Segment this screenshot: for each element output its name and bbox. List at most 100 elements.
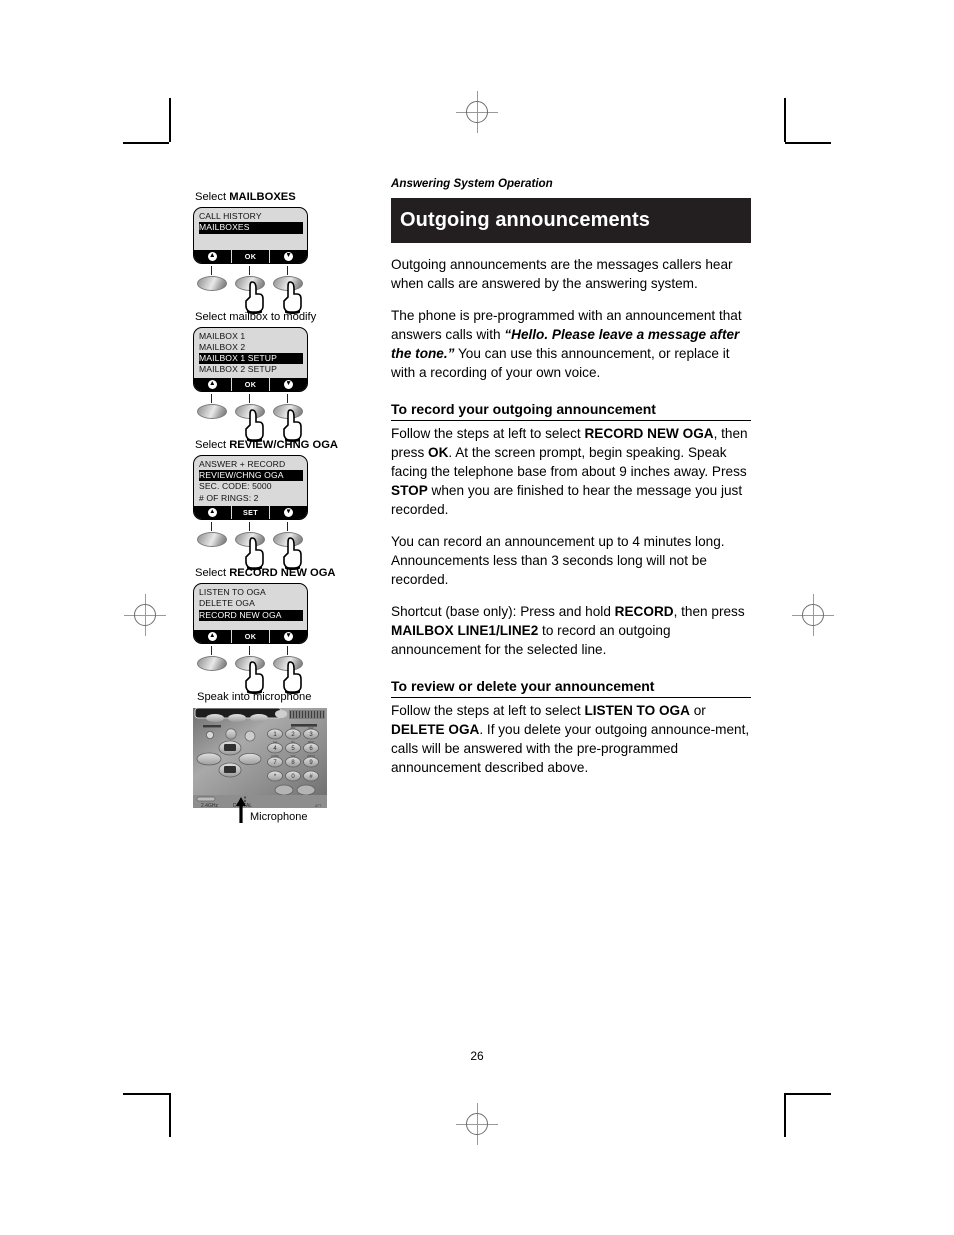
crop-mark-top-right-h: [785, 142, 831, 144]
softkey-set[interactable]: SET: [232, 508, 269, 517]
page-number: 26: [470, 1049, 484, 1063]
sc-b1: RECORD: [614, 603, 674, 619]
sc-t2: , then press: [673, 603, 745, 619]
button-row-4: [193, 644, 308, 694]
rec-b1: RECORD NEW OGA: [584, 426, 714, 442]
sc-b2: MAILBOX LINE1/LINE2: [391, 622, 539, 638]
left-softkey-button[interactable]: [197, 531, 227, 547]
lcd-softkey-bar-4: OK: [194, 629, 307, 643]
heading-record-announcement: To record your outgoing announcement: [391, 401, 751, 422]
svg-text:GHI: GHI: [273, 740, 278, 744]
section-banner: Outgoing announcements: [391, 198, 751, 243]
softkey-up-icon[interactable]: [194, 379, 231, 389]
lcd-row: MAILBOX 1: [199, 330, 246, 341]
pointing-hand-icon: [283, 661, 302, 694]
left-softkey-button[interactable]: [197, 275, 227, 291]
softkey-up-icon[interactable]: [194, 507, 231, 517]
crop-mark-top-right-v: [784, 98, 786, 142]
svg-text:PQRS: PQRS: [271, 754, 279, 758]
heading-review-announcement: To review or delete your announcement: [391, 678, 751, 699]
softkey-ok[interactable]: OK: [232, 380, 269, 389]
svg-text:MNO: MNO: [308, 740, 314, 744]
lcd-row: MAILBOX 2 SETUP: [199, 364, 277, 375]
lcd-screen-2: MAILBOX 1 MAILBOX 2 MAILBOX 1 SETUP MAIL…: [193, 326, 308, 392]
page-title: Outgoing announcements: [400, 209, 650, 231]
softkey-down-icon[interactable]: [270, 379, 307, 389]
intro-paragraph: Outgoing announcements are the messages …: [391, 257, 733, 291]
registration-mark-right: [792, 594, 834, 636]
lcd-row: MAILBOX 2: [199, 341, 246, 352]
telephone-base-illustration: 123 456 789 * 0 # ABC DEF GHI JKL MNO PQRS TUV…: [193, 707, 327, 823]
softkey-ok[interactable]: OK: [232, 252, 269, 261]
rev-t2: or: [689, 703, 706, 719]
left-softkey-button[interactable]: [197, 403, 227, 419]
pointing-hand-icon: [245, 537, 264, 570]
button-row-2: [193, 392, 308, 442]
svg-text:TUV: TUV: [290, 754, 295, 758]
crop-mark-bottom-left-v: [169, 1093, 171, 1137]
step-caption-1-text: Select: [195, 191, 230, 203]
svg-text:WXYZ: WXYZ: [307, 754, 315, 758]
pointing-hand-icon: [283, 280, 302, 314]
step-caption-3-text: Select: [195, 438, 230, 451]
svg-text:ATT: ATT: [315, 804, 321, 808]
lcd-screen-4: LISTEN TO OGA DELETE OGA RECORD NEW OGA …: [193, 582, 308, 644]
sc-t1: Shortcut (base only): Press and hold: [391, 603, 615, 619]
rev-b2: DELETE OGA: [391, 722, 480, 738]
softkey-up-icon[interactable]: [194, 631, 231, 641]
lcd-softkey-bar-3: SET: [194, 505, 307, 519]
preprogrammed-paragraph: The phone is pre-programmed with an anno…: [391, 307, 751, 383]
pointing-hand-icon: [245, 408, 264, 442]
left-softkey-button[interactable]: [197, 655, 227, 671]
step-caption-1: Select MAILBOXES: [195, 190, 373, 204]
rev-t1: Follow the steps at left to select: [391, 703, 585, 719]
lcd-row-selected: REVIEW/CHNG OGA: [199, 470, 303, 482]
review-steps-paragraph: Follow the steps at left to select LISTE…: [391, 702, 751, 778]
lcd-row: SEC. CODE: 5000: [199, 481, 272, 492]
step-illustration-column: Select MAILBOXES CALL HISTORY MAILBOXES …: [193, 190, 373, 823]
crop-mark-top-left-v: [169, 98, 171, 142]
svg-text:DEF: DEF: [308, 726, 314, 730]
step-caption-4-text: Select: [195, 566, 230, 579]
svg-text:JKL: JKL: [291, 740, 296, 744]
registration-mark-top: [456, 91, 498, 133]
softkey-down-icon[interactable]: [270, 631, 307, 641]
lcd-row: CALL HISTORY: [199, 211, 262, 221]
softkey-down-icon[interactable]: [270, 251, 307, 261]
registration-mark-bottom: [456, 1103, 498, 1145]
crop-mark-bottom-right-v: [784, 1093, 786, 1137]
registration-mark-left: [124, 594, 166, 636]
lcd-row: LISTEN TO OGA: [199, 586, 266, 597]
record-shortcut-paragraph: Shortcut (base only): Press and hold REC…: [391, 603, 751, 660]
microphone-label: Microphone: [250, 810, 308, 823]
rec-t1: Follow the steps at left to select: [391, 426, 585, 442]
record-steps-paragraph: Follow the steps at left to select RECOR…: [391, 425, 751, 520]
softkey-up-icon[interactable]: [194, 251, 231, 261]
microphone-pointer-arrow-icon: [236, 796, 246, 823]
lcd-screen-1: CALL HISTORY MAILBOXES OK: [193, 207, 308, 264]
softkey-down-icon[interactable]: [270, 507, 307, 517]
lcd-row: ANSWER + RECORD: [199, 458, 286, 469]
lcd-row: # OF RINGS: 2: [199, 492, 259, 503]
button-row-3: [193, 520, 308, 570]
crop-mark-bottom-right-h: [785, 1093, 831, 1095]
rec-t4: when you are finished to hear the messag…: [391, 483, 743, 518]
lcd-row-selected: MAILBOX 1 SETUP: [199, 353, 303, 365]
lcd-softkey-bar-1: OK: [194, 249, 307, 263]
svg-text:2.4GHz: 2.4GHz: [201, 803, 218, 809]
lcd-row: DELETE OGA: [199, 598, 255, 609]
crop-mark-bottom-left-h: [123, 1093, 169, 1095]
rec-b3: STOP: [391, 483, 428, 499]
rec-b2: OK: [428, 445, 449, 461]
lcd-softkey-bar-2: OK: [194, 377, 307, 391]
crop-mark-top-left-h: [123, 142, 169, 144]
lcd-row-selected: RECORD NEW OGA: [199, 609, 303, 621]
pointing-hand-icon: [283, 537, 302, 570]
pointing-hand-icon: [245, 661, 264, 694]
softkey-ok[interactable]: OK: [232, 632, 269, 641]
lcd-row-selected: MAILBOXES: [199, 222, 303, 234]
pointing-hand-icon: [245, 280, 264, 314]
pointing-hand-icon: [283, 408, 302, 442]
rev-b1: LISTEN TO OGA: [584, 703, 690, 719]
record-length-paragraph: You can record an announcement up to 4 m…: [391, 533, 725, 587]
